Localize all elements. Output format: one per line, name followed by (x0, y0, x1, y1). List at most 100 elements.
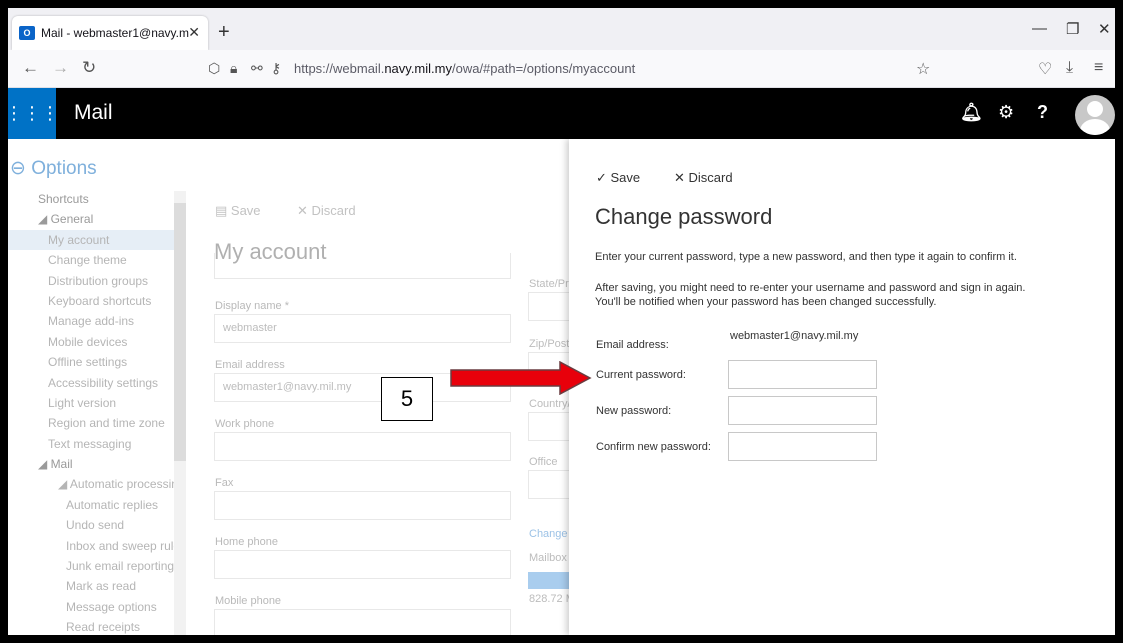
app-launcher-icon[interactable]: ⋮⋮⋮ (8, 88, 59, 139)
sidebar-item[interactable]: Automatic replies (8, 495, 174, 515)
sidebar-item[interactable]: Manage add-ins (8, 311, 174, 331)
myaccount-discard-label: Discard (311, 203, 356, 218)
sidebar-item[interactable]: Change theme (8, 250, 174, 270)
annotation-arrow-shape (450, 361, 592, 395)
url-domain: navy.mil.my (384, 61, 452, 76)
note-line-2: You'll be notified when your password ha… (595, 296, 937, 308)
save-button[interactable]: ✓ Save (596, 170, 640, 186)
save-label: Save (610, 170, 641, 185)
browser-tab[interactable]: O Mail - webmaster1@navy.mil.my ✕ (12, 16, 208, 50)
x-icon: ✕ (297, 203, 312, 218)
outlook-icon: O (19, 26, 35, 40)
sidebar-item[interactable]: Shortcuts (8, 189, 174, 209)
new-password-input[interactable] (728, 396, 877, 425)
reload-icon[interactable]: ↻ (82, 58, 96, 78)
home-phone-label: Home phone (215, 536, 278, 548)
instructions-text: Enter your current password, type a new … (595, 251, 1017, 263)
home-phone-field[interactable] (214, 550, 511, 579)
sidebar-item[interactable]: Mark as read (8, 576, 174, 596)
tab-strip: O Mail - webmaster1@navy.mil.my ✕ + — ❐ … (8, 8, 1115, 50)
sidebar-item[interactable]: Accessibility settings (8, 373, 174, 393)
work-phone-label: Work phone (215, 418, 275, 430)
restore-button[interactable]: ❐ (1066, 20, 1079, 38)
back-icon[interactable]: ← (22, 58, 39, 78)
sidebar-item[interactable]: ◢ General (8, 209, 174, 229)
myaccount-save-button[interactable]: ▤ Save (215, 203, 261, 219)
avatar[interactable] (1075, 95, 1115, 135)
current-password-input[interactable] (728, 360, 877, 389)
sidebar-item[interactable]: Message options (8, 597, 174, 617)
change-password-panel: ✓ Save ✕ Discard Change password Enter y… (569, 139, 1115, 635)
url-field[interactable]: https://webmail.navy.mil.my/owa/#path=/o… (294, 61, 635, 76)
discard-label: Discard (688, 170, 733, 185)
browser-window: O Mail - webmaster1@navy.mil.my ✕ + — ❐ … (8, 8, 1115, 635)
pocket-icon[interactable]: ♡ (1038, 59, 1052, 79)
note-line-1: After saving, you might need to re-enter… (595, 282, 1026, 294)
display-name-field[interactable]: webmaster (214, 314, 511, 343)
new-tab-button[interactable]: + (218, 21, 230, 44)
gear-icon[interactable]: ⚙ (998, 102, 1014, 123)
mailbox-size: 828.72 M (529, 593, 575, 605)
truncated-field[interactable] (214, 253, 511, 279)
scroll-thumb[interactable] (174, 203, 186, 461)
sidebar-item[interactable]: Mobile devices (8, 332, 174, 352)
forward-icon[interactable]: → (52, 58, 69, 78)
app-header: ⋮⋮⋮ Mail 🔔︎ ⚙ ? (8, 88, 1115, 139)
checkmark-icon: ✓ (596, 170, 611, 185)
options-back-button[interactable]: ⊖ Options (10, 157, 97, 180)
mobile-phone-field[interactable] (214, 609, 511, 635)
shield-icon[interactable]: ⬡ (208, 60, 220, 77)
bell-icon[interactable]: 🔔︎ (960, 102, 983, 123)
url-path: /owa/#path=/options/myaccount (451, 61, 636, 76)
sidebar-item[interactable]: Text messaging (8, 434, 174, 454)
x-icon: ✕ (674, 170, 689, 185)
floppy-icon: ▤ (215, 203, 231, 218)
help-icon[interactable]: ? (1037, 102, 1048, 123)
sidebar-item[interactable]: My account (8, 229, 174, 251)
sidebar-item[interactable]: Light version (8, 393, 174, 413)
fax-label: Fax (215, 477, 234, 489)
sidebar-item[interactable]: ◢ Mail (8, 454, 174, 474)
options-list: Shortcuts ◢ General My account Change theme… (8, 189, 186, 635)
sidebar-item[interactable]: Offline settings (8, 352, 174, 372)
downloads-icon[interactable]: ⤓ (1066, 59, 1073, 77)
annotation-arrow (450, 361, 592, 395)
tab-title: Mail - webmaster1@navy.mil.my (41, 26, 189, 40)
myaccount-save-label: Save (230, 203, 261, 218)
sidebar-item[interactable]: Read receipts (8, 617, 174, 635)
sidebar-item[interactable]: Distribution groups (8, 271, 174, 291)
permissions-icon[interactable]: ⚯ (251, 60, 263, 77)
sidebar-item[interactable]: Undo send (8, 515, 174, 535)
sidebar-item[interactable]: Keyboard shortcuts (8, 291, 174, 311)
sidebar-item[interactable]: ◢ Automatic processing (8, 474, 185, 494)
sidebar-item[interactable]: Inbox and sweep rules (8, 536, 186, 556)
change-link[interactable]: Change (529, 528, 568, 540)
url-prefix: https://webmail. (294, 61, 385, 76)
email-address-label: Email address: (596, 339, 669, 351)
sidebar-item[interactable]: Junk email reporting (8, 556, 174, 576)
fax-field[interactable] (214, 491, 511, 520)
new-password-label: New password: (596, 405, 672, 417)
discard-button[interactable]: ✕ Discard (674, 170, 733, 186)
options-title: Options (31, 158, 97, 179)
zip-label: Zip/Post (529, 338, 570, 350)
display-name-label: Display name * (215, 300, 289, 312)
confirm-password-input[interactable] (728, 432, 877, 461)
work-phone-field[interactable] (214, 432, 511, 461)
lock-icon[interactable]: 🔒︎ (230, 60, 237, 77)
key-icon[interactable]: ⚷ (271, 60, 281, 77)
options-scrollbar[interactable] (174, 191, 186, 635)
close-window-button[interactable]: ✕ (1098, 20, 1111, 38)
current-password-label: Current password: (596, 369, 686, 381)
step-number-callout: 5 (381, 377, 433, 421)
minimize-button[interactable]: — (1032, 20, 1047, 37)
bookmark-star-icon[interactable]: ☆ (916, 59, 930, 79)
country-label: Country/ (529, 398, 571, 410)
menu-icon[interactable]: ≡ (1094, 59, 1103, 77)
myaccount-discard-button[interactable]: ✕ Discard (297, 203, 356, 219)
close-tab-icon[interactable]: ✕ (188, 24, 200, 41)
email-address-value: webmaster1@navy.mil.my (730, 330, 859, 342)
office-label: Office (529, 456, 558, 468)
sidebar-item[interactable]: Region and time zone (8, 413, 174, 433)
options-panel: ⊖ Options Shortcuts ◢ General My account Ch… (8, 139, 188, 635)
